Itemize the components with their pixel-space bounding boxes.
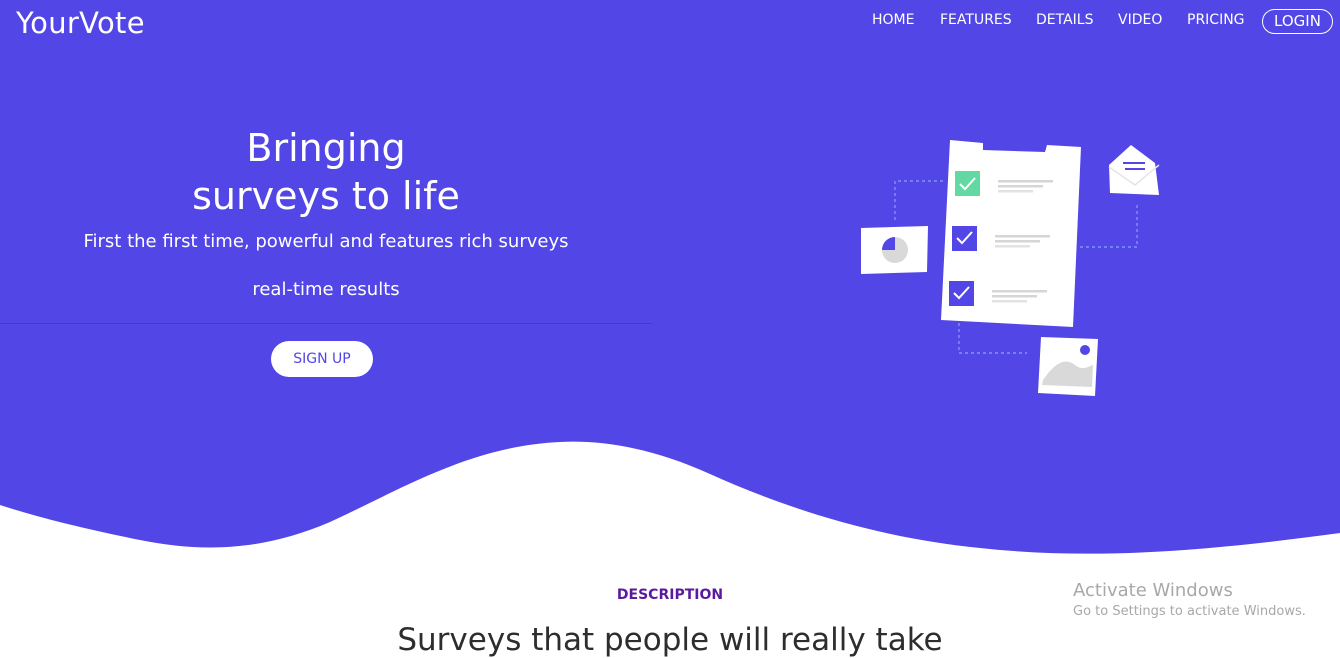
hero-subtitle: First the first time, powerful and featu… bbox=[83, 231, 569, 252]
image-card-icon bbox=[1038, 337, 1098, 396]
nav-details[interactable]: DETAILS bbox=[1036, 12, 1093, 28]
brand-logo[interactable]: YourVote bbox=[16, 6, 145, 40]
hero-title: Bringing surveys to life bbox=[0, 124, 652, 220]
nav-features[interactable]: FEATURES bbox=[940, 12, 1012, 28]
section-label: DESCRIPTION bbox=[616, 587, 724, 603]
hero-subtitle-secondary: real-time results bbox=[252, 279, 400, 300]
signup-button[interactable]: SIGN UP bbox=[271, 341, 373, 377]
checkbox-icon bbox=[949, 281, 974, 306]
nav-video[interactable]: VIDEO bbox=[1118, 12, 1162, 28]
checklist-document-icon bbox=[941, 140, 1081, 327]
nav-home[interactable]: HOME bbox=[872, 12, 914, 28]
login-button[interactable]: LOGIN bbox=[1262, 9, 1333, 34]
hero-title-line1: Bringing bbox=[246, 126, 406, 170]
pie-chart-card-icon bbox=[861, 226, 928, 274]
hero-title-line2: surveys to life bbox=[192, 174, 460, 218]
watermark-subtitle: Go to Settings to activate Windows. bbox=[1073, 604, 1306, 619]
envelope-icon bbox=[1108, 145, 1160, 195]
nav-pricing[interactable]: PRICING bbox=[1187, 12, 1245, 28]
section-heading: Surveys that people will really take bbox=[397, 622, 943, 658]
survey-illustration bbox=[861, 140, 1160, 396]
checkbox-icon bbox=[955, 171, 980, 196]
hero-divider bbox=[0, 323, 652, 324]
checkbox-icon bbox=[952, 226, 977, 251]
